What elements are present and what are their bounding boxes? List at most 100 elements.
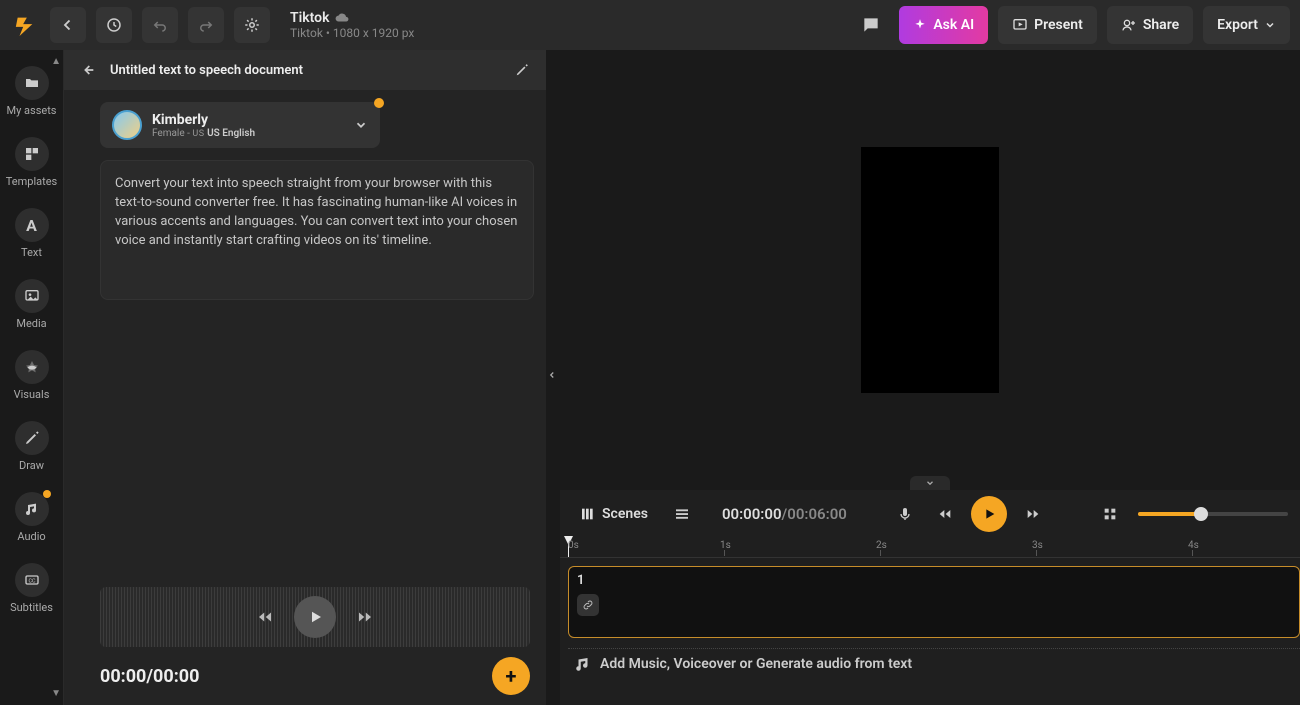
ruler-tick: 1s bbox=[720, 540, 731, 551]
rail-text[interactable]: A Text bbox=[4, 202, 60, 269]
canvas-frame[interactable] bbox=[861, 147, 999, 393]
ask-ai-button[interactable]: Ask AI bbox=[899, 6, 988, 44]
text-icon: A bbox=[15, 208, 49, 242]
ruler-tick: 2s bbox=[876, 540, 887, 551]
templates-icon bbox=[15, 137, 49, 171]
scenes-button[interactable]: Scenes bbox=[572, 500, 656, 528]
top-bar: Tiktok Tiktok • 1080 x 1920 px Ask AI Pr… bbox=[0, 0, 1300, 50]
timeline-toolbar: Scenes 00:00:00/00:06:00 bbox=[560, 490, 1300, 538]
rail-templates[interactable]: Templates bbox=[4, 131, 60, 198]
edit-title-button[interactable] bbox=[510, 58, 534, 82]
app-logo[interactable] bbox=[10, 10, 40, 40]
present-label: Present bbox=[1034, 17, 1083, 33]
settings-button[interactable] bbox=[234, 7, 270, 43]
ruler-tick: 3s bbox=[1032, 540, 1043, 551]
ruler-tick: 4s bbox=[1188, 540, 1199, 551]
pencil-icon bbox=[15, 421, 49, 455]
comments-button[interactable] bbox=[853, 7, 889, 43]
voice-subtitle: Female - US US English bbox=[152, 128, 255, 139]
audio-hint-text: Add Music, Voiceover or Generate audio f… bbox=[600, 656, 912, 672]
play-preview-button[interactable] bbox=[294, 596, 336, 638]
scroll-down-icon[interactable]: ▼ bbox=[51, 688, 61, 699]
forward-button[interactable] bbox=[356, 608, 374, 626]
left-rail: ▲ My assets Templates A Text Media Visua… bbox=[0, 50, 64, 705]
scene-clip[interactable]: 1 bbox=[568, 566, 1300, 638]
project-dimensions: Tiktok • 1080 x 1920 px bbox=[290, 26, 414, 40]
rail-label: My assets bbox=[7, 104, 57, 117]
ask-ai-label: Ask AI bbox=[933, 17, 974, 33]
rail-media[interactable]: Media bbox=[4, 273, 60, 340]
timeline-ruler[interactable]: 0s 1s 2s 3s 4s bbox=[560, 538, 1300, 558]
zoom-slider[interactable] bbox=[1138, 512, 1288, 516]
image-icon bbox=[15, 279, 49, 313]
audio-hint-icon bbox=[574, 655, 592, 673]
present-button[interactable]: Present bbox=[998, 6, 1097, 44]
svg-text:CC: CC bbox=[28, 579, 35, 585]
subtitles-icon: CC bbox=[15, 563, 49, 597]
panel-back-button[interactable] bbox=[76, 58, 100, 82]
tts-panel: Untitled text to speech document Kimberl… bbox=[64, 50, 547, 705]
back-button[interactable] bbox=[50, 7, 86, 43]
history-button[interactable] bbox=[96, 7, 132, 43]
link-icon[interactable] bbox=[577, 594, 599, 616]
visuals-icon bbox=[15, 350, 49, 384]
timeline-play-button[interactable] bbox=[971, 496, 1007, 532]
timeline-tracks[interactable]: 1 Add Music, Voiceover or Generate audio… bbox=[560, 558, 1300, 705]
rewind-button[interactable] bbox=[256, 608, 274, 626]
share-label: Share bbox=[1143, 17, 1179, 33]
ruler-tick: 0s bbox=[568, 540, 579, 551]
export-label: Export bbox=[1217, 17, 1258, 33]
panel-collapse-handle[interactable] bbox=[542, 335, 562, 415]
redo-button[interactable] bbox=[188, 7, 224, 43]
scenes-label: Scenes bbox=[602, 506, 648, 522]
rail-label: Templates bbox=[6, 175, 57, 188]
audio-track-hint[interactable]: Add Music, Voiceover or Generate audio f… bbox=[568, 648, 1300, 678]
music-icon bbox=[15, 492, 49, 526]
project-title-block[interactable]: Tiktok Tiktok • 1080 x 1920 px bbox=[290, 10, 414, 40]
scenes-icon bbox=[580, 506, 596, 522]
rail-label: Audio bbox=[17, 530, 45, 543]
share-button[interactable]: Share bbox=[1107, 6, 1193, 44]
present-icon bbox=[1012, 17, 1028, 33]
tts-text-input[interactable]: Convert your text into speech straight f… bbox=[100, 160, 534, 300]
voice-selector[interactable]: Kimberly Female - US US English bbox=[100, 102, 380, 148]
scroll-up-icon[interactable]: ▲ bbox=[51, 56, 61, 67]
mic-button[interactable] bbox=[891, 500, 919, 528]
cloud-icon bbox=[335, 11, 349, 25]
rail-draw[interactable]: Draw bbox=[4, 415, 60, 482]
chevron-down-icon bbox=[1264, 19, 1276, 31]
timeline-timecode: 00:00:00/00:06:00 bbox=[722, 505, 847, 523]
share-icon bbox=[1121, 17, 1137, 33]
canvas-area[interactable] bbox=[560, 50, 1300, 490]
undo-button[interactable] bbox=[142, 7, 178, 43]
waveform-preview bbox=[100, 587, 530, 647]
rail-subtitles[interactable]: CC Subtitles bbox=[4, 557, 60, 624]
list-view-button[interactable] bbox=[668, 500, 696, 528]
sparkle-icon bbox=[913, 18, 927, 32]
tts-timecode: 00:00/00:00 bbox=[100, 666, 492, 687]
rail-my-assets[interactable]: My assets bbox=[4, 60, 60, 127]
rail-visuals[interactable]: Visuals bbox=[4, 344, 60, 411]
timeline-collapse-handle[interactable] bbox=[910, 476, 950, 490]
notification-dot bbox=[374, 98, 384, 108]
rail-label: Text bbox=[21, 246, 42, 259]
step-back-button[interactable] bbox=[931, 500, 959, 528]
folder-icon bbox=[15, 66, 49, 100]
rail-label: Visuals bbox=[14, 388, 50, 401]
rail-label: Subtitles bbox=[10, 601, 53, 614]
grid-toggle-button[interactable] bbox=[1096, 500, 1124, 528]
add-tts-button[interactable]: + bbox=[492, 657, 530, 695]
rail-audio[interactable]: Audio bbox=[4, 486, 60, 553]
project-name: Tiktok bbox=[290, 10, 329, 26]
voice-name: Kimberly bbox=[152, 112, 255, 128]
voice-avatar bbox=[112, 110, 142, 140]
tts-header: Untitled text to speech document bbox=[64, 50, 546, 90]
tts-doc-title: Untitled text to speech document bbox=[110, 63, 500, 78]
rail-label: Media bbox=[16, 317, 46, 330]
timeline-panel: Scenes 00:00:00/00:06:00 bbox=[560, 490, 1300, 705]
export-button[interactable]: Export bbox=[1203, 6, 1290, 44]
scene-number: 1 bbox=[577, 573, 1291, 588]
step-forward-button[interactable] bbox=[1019, 500, 1047, 528]
chevron-down-icon bbox=[354, 118, 368, 132]
rail-label: Draw bbox=[19, 459, 44, 472]
